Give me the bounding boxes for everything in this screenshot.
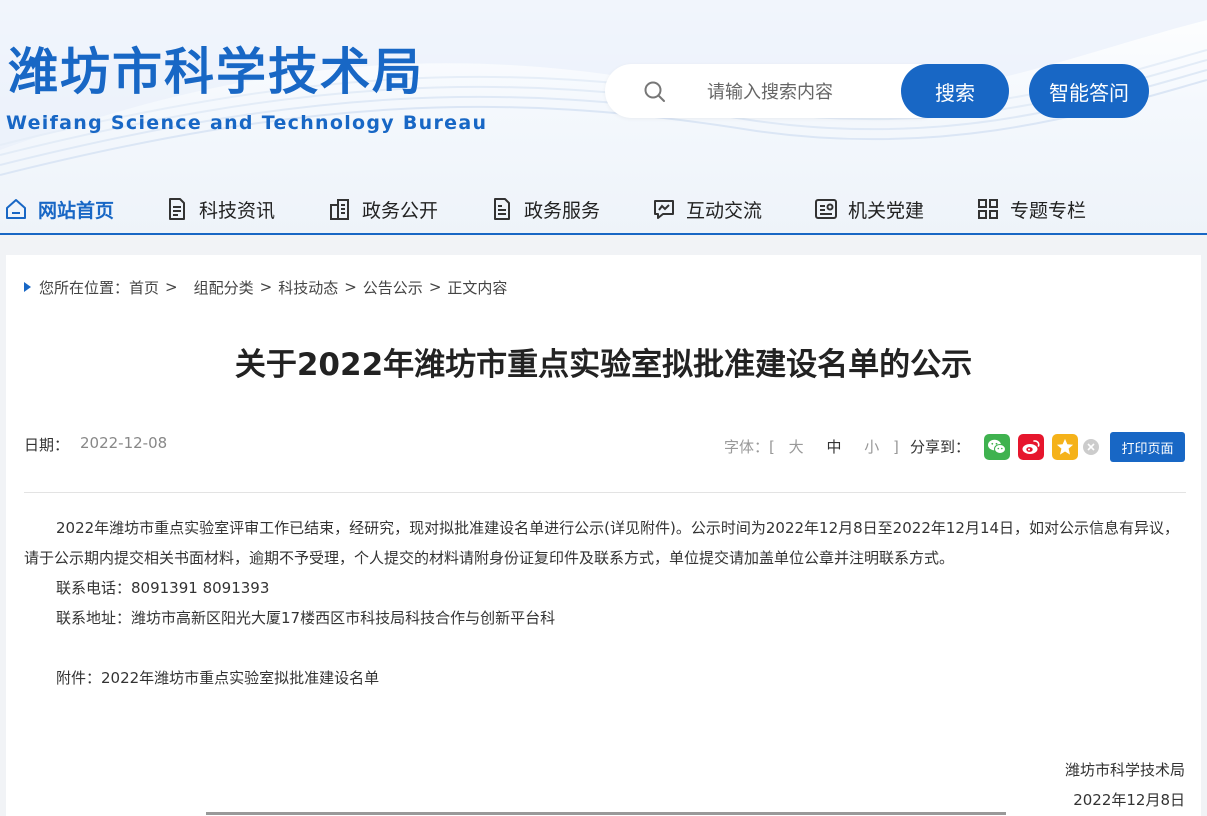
article-body: 2022年潍坊市重点实验室评审工作已结束，经研究，现对拟批准建设名单进行公示(详… [24, 513, 1189, 693]
weibo-icon [1022, 440, 1040, 454]
nav-item-special[interactable]: 专题专栏 [976, 185, 1086, 233]
article-panel: 您所在位置： 首页 > 组配分类 > 科技动态 > 公告公示 > 正文内容 关于… [6, 255, 1201, 816]
nav-item-label: 政务服务 [524, 199, 601, 222]
contact-phone: 联系电话：8091391 8091393 [56, 579, 270, 597]
breadcrumb-tech-news[interactable]: 科技动态 [278, 277, 338, 298]
breadcrumb-separator: > [344, 278, 357, 296]
nav-item-label: 科技资讯 [199, 199, 276, 222]
font-size-medium[interactable]: 中 [826, 438, 841, 456]
breadcrumb-separator: > [259, 278, 273, 296]
signature-date: 2022年12月8日 [1073, 791, 1185, 809]
breadcrumb-prefix: 您所在位置： [39, 278, 130, 297]
breadcrumb: 您所在位置： 首页 > 组配分类 > 科技动态 > 公告公示 > 正文内容 [24, 277, 507, 297]
nav-item-party[interactable]: 机关党建 [814, 185, 924, 233]
print-page-button[interactable]: 打印页面 [1110, 432, 1185, 462]
breadcrumb-separator: > [165, 278, 178, 296]
search-box [605, 64, 945, 118]
publish-date: 2022-12-08 [80, 434, 168, 452]
document-icon [169, 198, 185, 220]
article-title: 关于2022年潍坊市重点实验室拟批准建设名单的公示 [234, 347, 973, 383]
breadcrumb-category[interactable]: 组配分类 [194, 277, 254, 298]
chat-icon [654, 200, 674, 219]
article-paragraph: 2022年潍坊市重点实验室评审工作已结束，经研究，现对拟批准建设名单进行公示(详… [24, 519, 1180, 567]
nav-item-label: 机关党建 [848, 199, 925, 222]
nav-item-gov-service[interactable]: 政务服务 [490, 185, 600, 233]
building-icon [330, 199, 349, 220]
breadcrumb-arrow-icon [24, 282, 31, 292]
home-icon [6, 199, 26, 219]
qzone-share-icon[interactable] [1052, 434, 1078, 460]
search-icon[interactable] [643, 80, 667, 104]
font-size-label: 字体：[ [724, 438, 775, 456]
breadcrumb-separator: > [428, 278, 442, 296]
breadcrumb-home[interactable]: 首页 [129, 277, 159, 298]
nav-item-home[interactable]: 网站首页 [4, 185, 114, 233]
attachment-link[interactable]: 附件：2022年潍坊市重点实验室拟批准建设名单 [24, 663, 1189, 693]
nav-item-gov-open[interactable]: 政务公开 [328, 185, 438, 233]
nav-item-label: 专题专栏 [1010, 199, 1087, 222]
font-size-small[interactable]: 小 [864, 438, 879, 456]
share-label: 分享到： [910, 438, 971, 456]
meta-divider [24, 492, 1186, 493]
horizontal-scrollbar[interactable] [206, 812, 1006, 815]
breadcrumb-notice[interactable]: 公告公示 [363, 277, 423, 298]
contact-address: 联系地址：潍坊市高新区阳光大厦17楼西区市科技局科技合作与创新平台科 [56, 609, 556, 627]
font-size-control: 字体：[ 大 中 小 ] [724, 436, 899, 457]
weibo-share-icon[interactable] [1018, 434, 1044, 460]
article-signature: 潍坊市科学技术局 2022年12月8日 [1065, 755, 1185, 815]
service-doc-icon [494, 198, 510, 220]
smart-qa-button[interactable]: 智能答问 [1029, 64, 1149, 118]
party-icon [815, 199, 837, 219]
breadcrumb-current: 正文内容 [447, 278, 508, 297]
nav-item-label: 政务公开 [362, 199, 439, 222]
nav-underline [0, 233, 1207, 235]
nav-item-tech-news[interactable]: 科技资讯 [165, 185, 275, 233]
site-subtitle: Weifang Science and Technology Bureau [6, 112, 488, 134]
wechat-icon [988, 439, 1006, 454]
font-size-close: ] [893, 438, 899, 456]
nav-item-interaction[interactable]: 互动交流 [652, 185, 762, 233]
wechat-share-icon[interactable] [984, 434, 1010, 460]
site-title: 潍坊市科学技术局 [8, 43, 424, 101]
grid-icon [978, 199, 998, 219]
close-x-icon [1087, 443, 1095, 451]
star-icon [1056, 438, 1074, 455]
nav-item-label: 网站首页 [38, 199, 115, 222]
article-meta: 日期： 2022-12-08 字体：[ 大 中 小 ] 分享到： 打印页面 [24, 430, 1186, 466]
signature-org: 潍坊市科学技术局 [1064, 761, 1185, 779]
search-button[interactable]: 搜索 [901, 64, 1009, 118]
date-label: 日期： [24, 436, 70, 454]
share-more-icon[interactable] [1083, 439, 1099, 455]
nav-item-label: 互动交流 [686, 199, 763, 222]
font-size-large[interactable]: 大 [789, 438, 804, 456]
main-nav: 网站首页 科技资讯 政务公开 政务服务 互动交流 机关党建 专题专栏 [0, 185, 1207, 233]
search-input[interactable] [705, 76, 909, 108]
